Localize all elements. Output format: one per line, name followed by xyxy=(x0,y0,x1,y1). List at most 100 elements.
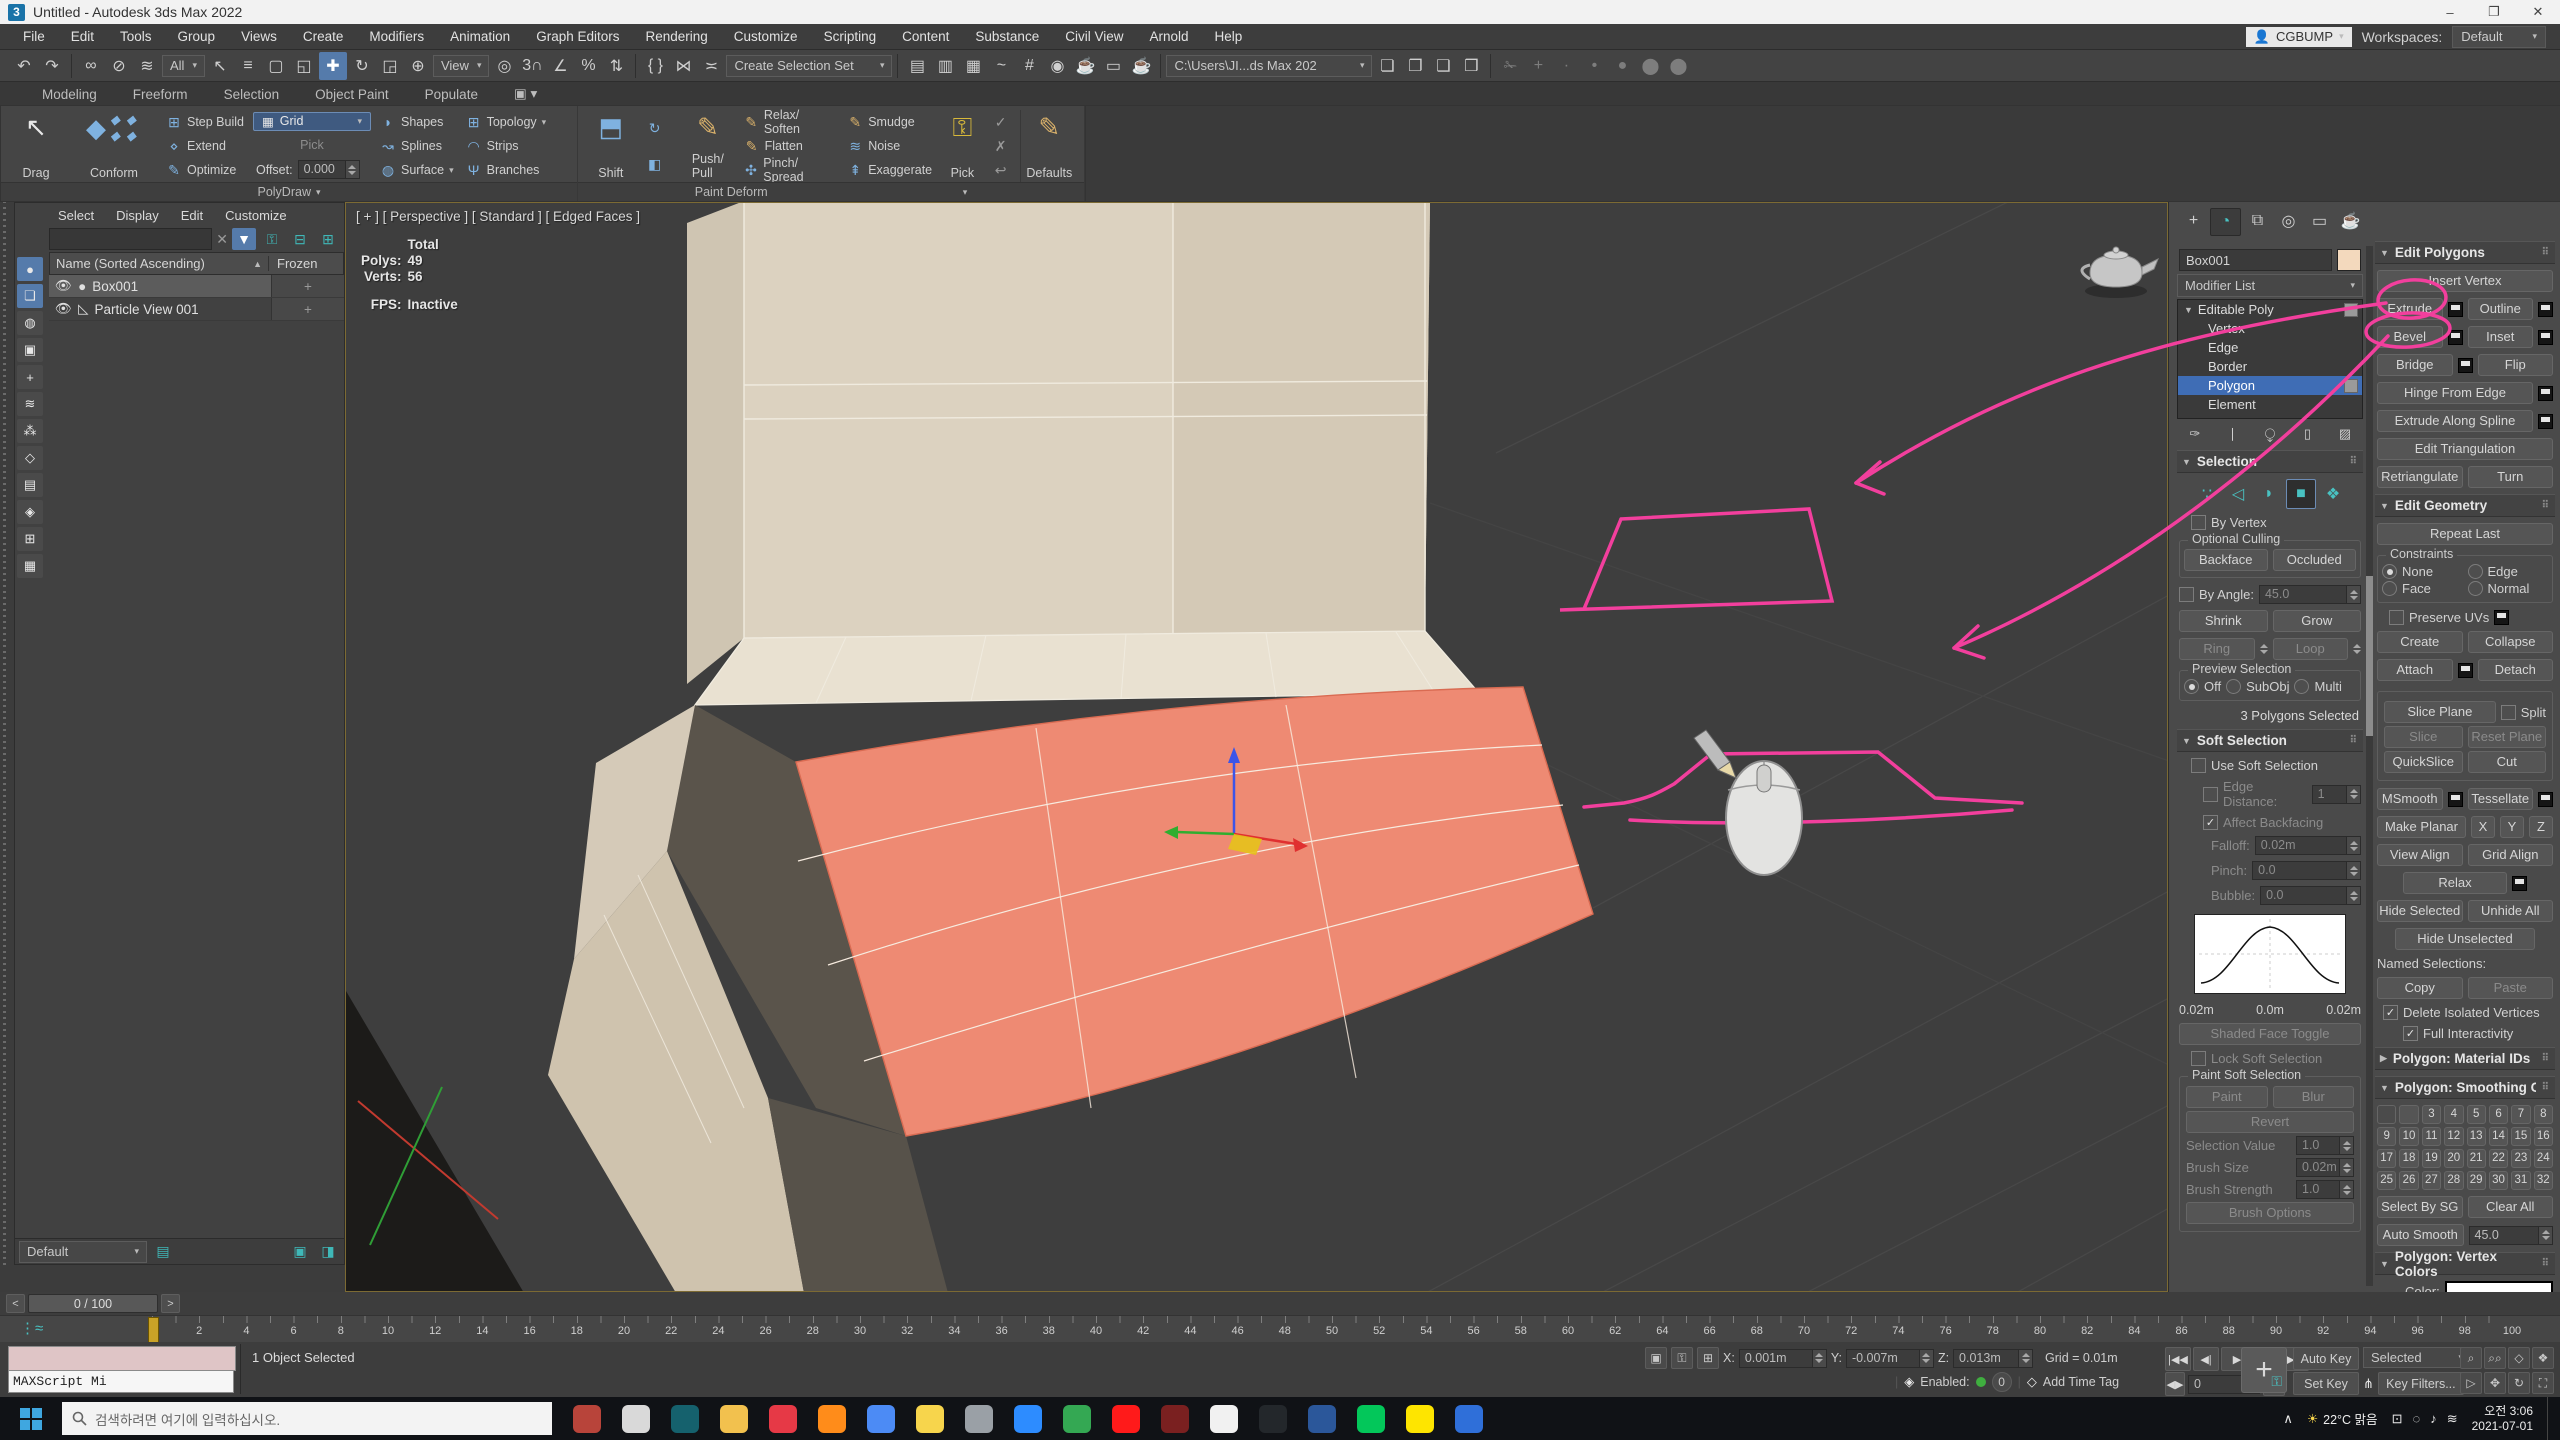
frozen-column-header[interactable]: Frozen xyxy=(268,256,343,271)
smoothing-group-button[interactable]: 12 xyxy=(2444,1127,2463,1146)
shrink-button[interactable]: Shrink xyxy=(2179,610,2268,632)
render-production-icon[interactable]: ☕ xyxy=(1127,52,1155,80)
brush-dot-2-icon[interactable]: • xyxy=(1580,52,1608,80)
set-key-button[interactable]: Set Key xyxy=(2293,1372,2359,1395)
show-desktop-button[interactable] xyxy=(2547,1397,2554,1440)
affect-backfacing-checkbox[interactable]: ✓ xyxy=(2203,815,2218,830)
polygon-mode-icon[interactable]: ■ xyxy=(2286,479,2316,509)
ring-button[interactable]: Ring xyxy=(2179,638,2255,660)
collapse-tree-icon[interactable]: ⊞ xyxy=(316,228,340,250)
topology-button[interactable]: ⊞Topology▾ xyxy=(463,111,550,133)
taskbar-app-icon[interactable] xyxy=(1406,1405,1434,1433)
use-pivot-point-icon[interactable]: ◎ xyxy=(490,52,518,80)
taskbar-app-icon[interactable] xyxy=(867,1405,895,1433)
occluded-button[interactable]: Occluded xyxy=(2273,549,2357,571)
smoothing-group-button[interactable]: 6 xyxy=(2489,1105,2508,1124)
selection-value-spinner[interactable]: 1.0 xyxy=(2296,1136,2354,1155)
select-and-link-icon[interactable]: ∞ xyxy=(77,52,105,80)
frozen-toggle[interactable]: + xyxy=(271,298,344,320)
step-build-button[interactable]: ⊞Step Build xyxy=(163,111,247,133)
undo-icon[interactable]: ↶ xyxy=(10,52,38,80)
tessellate-button[interactable]: Tessellate xyxy=(2468,788,2534,810)
vertex-colors-rollout-header[interactable]: ▼Polygon: Vertex Colors⠿ xyxy=(2375,1252,2555,1275)
smoothing-group-button[interactable]: 24 xyxy=(2534,1149,2553,1168)
constraint-edge-radio[interactable] xyxy=(2468,564,2483,579)
hinge-from-edge-button[interactable]: Hinge From Edge xyxy=(2377,382,2533,404)
flip-button[interactable]: Flip xyxy=(2478,354,2554,376)
render-preset-2-icon[interactable]: ❐ xyxy=(1401,52,1429,80)
menu-item[interactable]: Customize xyxy=(721,24,811,50)
relax-button[interactable]: Relax xyxy=(2403,872,2507,894)
taskbar-app-icon[interactable] xyxy=(573,1405,601,1433)
menu-item[interactable]: Arnold xyxy=(1136,24,1201,50)
conform-scale-icon[interactable]: ◆ xyxy=(110,128,126,144)
taskbar-app-icon[interactable] xyxy=(1014,1405,1042,1433)
ribbon-tab[interactable]: Freeform xyxy=(115,84,206,105)
key-step-toggle[interactable]: ◀▶ xyxy=(2165,1372,2185,1396)
constraint-none-radio[interactable] xyxy=(2382,564,2397,579)
filter-materials-icon[interactable]: ▦ xyxy=(17,554,43,578)
viewport-label[interactable]: [ + ] [ Perspective ] [ Standard ] [ Edg… xyxy=(356,209,640,224)
brush-strength-spinner[interactable]: 1.0 xyxy=(2296,1180,2354,1199)
menu-item[interactable]: Tools xyxy=(107,24,165,50)
rectangular-selection-region-icon[interactable]: ▢ xyxy=(262,52,290,80)
filter-containers-icon[interactable]: ▤ xyxy=(17,473,43,497)
menu-item[interactable]: Content xyxy=(889,24,962,50)
vertex-mode-icon[interactable]: ∵ xyxy=(2193,480,2221,508)
weather-widget[interactable]: ☀ 22°C 맑음 xyxy=(2307,1409,2378,1428)
mini-curve-editor-icon[interactable]: ⋮≈ xyxy=(20,1319,43,1337)
inset-settings-icon[interactable] xyxy=(2538,330,2553,345)
go-to-start-button[interactable]: |◀◀ xyxy=(2165,1347,2191,1371)
panel-scrollbar[interactable] xyxy=(2366,246,2373,1286)
flatten-button[interactable]: ✎Flatten xyxy=(741,135,839,157)
render-setup-icon[interactable]: ☕ xyxy=(1071,52,1099,80)
menu-item[interactable]: Create xyxy=(290,24,357,50)
drag-button[interactable]: ↖ Drag xyxy=(7,110,65,182)
full-interactivity-checkbox[interactable]: ✓ xyxy=(2403,1026,2418,1041)
explorer-panel-icon[interactable]: ◨ xyxy=(316,1241,340,1263)
explorer-list-view-icon[interactable]: ▤ xyxy=(151,1241,175,1263)
hierarchy-tab[interactable]: ⧉ xyxy=(2243,208,2272,234)
grid-align-button[interactable]: Grid Align xyxy=(2468,844,2554,866)
insert-vertex-button[interactable]: Insert Vertex xyxy=(2377,270,2553,292)
stack-item-border[interactable]: Border xyxy=(2178,357,2362,376)
ribbon-tab[interactable]: Object Paint xyxy=(297,84,407,105)
outline-settings-icon[interactable] xyxy=(2538,302,2553,317)
stack-item-edge[interactable]: Edge xyxy=(2178,338,2362,357)
slice-button[interactable]: Slice xyxy=(2384,726,2463,748)
project-path-dropdown[interactable]: C:\Users\JI...ds Max 202▾ xyxy=(1166,55,1372,77)
search-filter-icon[interactable]: ▼ xyxy=(232,228,256,250)
menu-item[interactable]: Animation xyxy=(437,24,523,50)
bridge-settings-icon[interactable] xyxy=(2458,358,2473,373)
collapse-button[interactable]: Collapse xyxy=(2468,631,2554,653)
edge-distance-spinner[interactable]: 1 xyxy=(2312,785,2361,804)
orbit-icon[interactable]: ↻ xyxy=(2508,1372,2530,1394)
render-preset-1-icon[interactable]: ❏ xyxy=(1373,52,1401,80)
minimize-button[interactable]: – xyxy=(2428,0,2472,24)
pick-deform-button[interactable]: ⚿Pick xyxy=(941,110,984,182)
slice-plane-button[interactable]: Slice Plane xyxy=(2384,701,2496,723)
preserve-uvs-settings-icon[interactable] xyxy=(2494,610,2509,625)
quickslice-button[interactable]: QuickSlice xyxy=(2384,751,2463,773)
unhide-all-button[interactable]: Unhide All xyxy=(2468,900,2554,922)
msmooth-settings-icon[interactable] xyxy=(2448,792,2463,807)
smoothing-group-button[interactable]: 4 xyxy=(2444,1105,2463,1124)
schematic-view-icon[interactable]: # xyxy=(1015,52,1043,80)
polydraw-footer[interactable]: PolyDraw▾ xyxy=(1,182,577,201)
menu-item[interactable]: Group xyxy=(165,24,229,50)
exaggerate-button[interactable]: ⇞Exaggerate xyxy=(844,159,935,181)
clear-search-icon[interactable]: ✕ xyxy=(216,231,228,248)
lock-soft-selection-checkbox[interactable] xyxy=(2191,1051,2206,1066)
conform-move-icon[interactable]: ◆ xyxy=(110,112,126,128)
smoothing-group-button[interactable]: 29 xyxy=(2467,1171,2486,1190)
extrude-along-spline-button[interactable]: Extrude Along Spline xyxy=(2377,410,2533,432)
expand-tree-icon[interactable]: ⊟ xyxy=(288,228,312,250)
select-by-sg-button[interactable]: Select By SG xyxy=(2377,1196,2463,1218)
auto-smooth-button[interactable]: Auto Smooth xyxy=(2377,1224,2464,1246)
show-end-result-square[interactable] xyxy=(2344,303,2358,317)
element-mode-icon[interactable]: ❖ xyxy=(2319,480,2347,508)
tray-icon[interactable]: ♪ xyxy=(2430,1411,2437,1426)
filter-bones-icon[interactable]: ◇ xyxy=(17,446,43,470)
stack-item-element[interactable]: Element xyxy=(2178,395,2362,414)
start-button[interactable] xyxy=(0,1397,62,1440)
